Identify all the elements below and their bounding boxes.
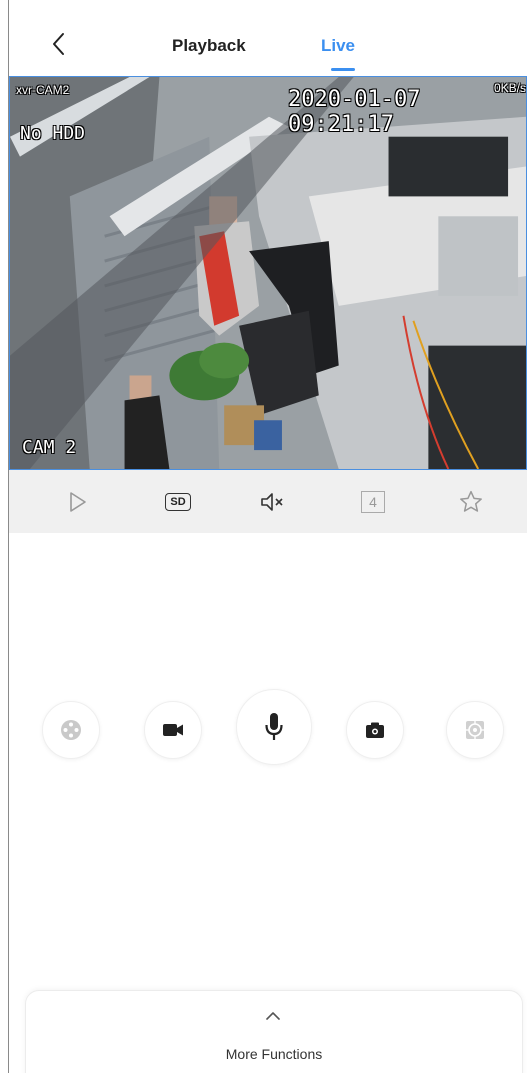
chevron-left-icon <box>53 33 64 55</box>
snapshot-button[interactable] <box>346 701 404 759</box>
fisheye-button[interactable] <box>446 701 504 759</box>
mute-button[interactable] <box>256 486 288 518</box>
ptz-icon <box>61 720 81 740</box>
record-button[interactable] <box>144 701 202 759</box>
more-functions-panel[interactable]: More Functions <box>25 990 523 1073</box>
play-button[interactable] <box>62 486 94 518</box>
chevron-up-icon[interactable] <box>263 1009 283 1023</box>
header-bar: Playback Live <box>9 0 527 76</box>
quality-button[interactable]: SD <box>162 486 194 518</box>
active-tab-indicator <box>331 68 355 71</box>
more-functions-label[interactable]: More Functions <box>26 1046 522 1062</box>
split-count: 4 <box>361 491 385 513</box>
back-button[interactable] <box>45 30 73 58</box>
video-record-icon <box>163 724 183 736</box>
hdd-status-overlay: No HDD <box>20 123 86 144</box>
star-icon <box>460 490 482 512</box>
ptz-button[interactable] <box>42 701 100 759</box>
camera-label-overlay: CAM 2 <box>22 437 77 458</box>
channel-name: xvr-CAM2 <box>16 83 70 97</box>
play-icon <box>70 492 86 512</box>
video-timestamp: 2020-01-07 09:21:17 <box>288 87 421 137</box>
split-screen-button[interactable]: 4 <box>357 486 389 518</box>
tab-playback[interactable]: Playback <box>172 36 246 56</box>
talk-button[interactable] <box>236 689 312 765</box>
tab-live[interactable]: Live <box>321 36 355 56</box>
quality-badge: SD <box>165 493 191 511</box>
camera-snapshot-icon <box>366 722 384 738</box>
speaker-muted-icon <box>261 493 283 511</box>
live-video-view[interactable]: xvr-CAM2 2020-01-07 09:21:17 0KB/s No HD… <box>9 76 527 470</box>
favorite-button[interactable] <box>455 486 487 518</box>
fisheye-icon <box>466 721 484 739</box>
video-toolbar: SD 4 <box>9 470 527 533</box>
microphone-icon <box>265 713 283 740</box>
bitrate-label: 0KB/s <box>493 81 526 95</box>
